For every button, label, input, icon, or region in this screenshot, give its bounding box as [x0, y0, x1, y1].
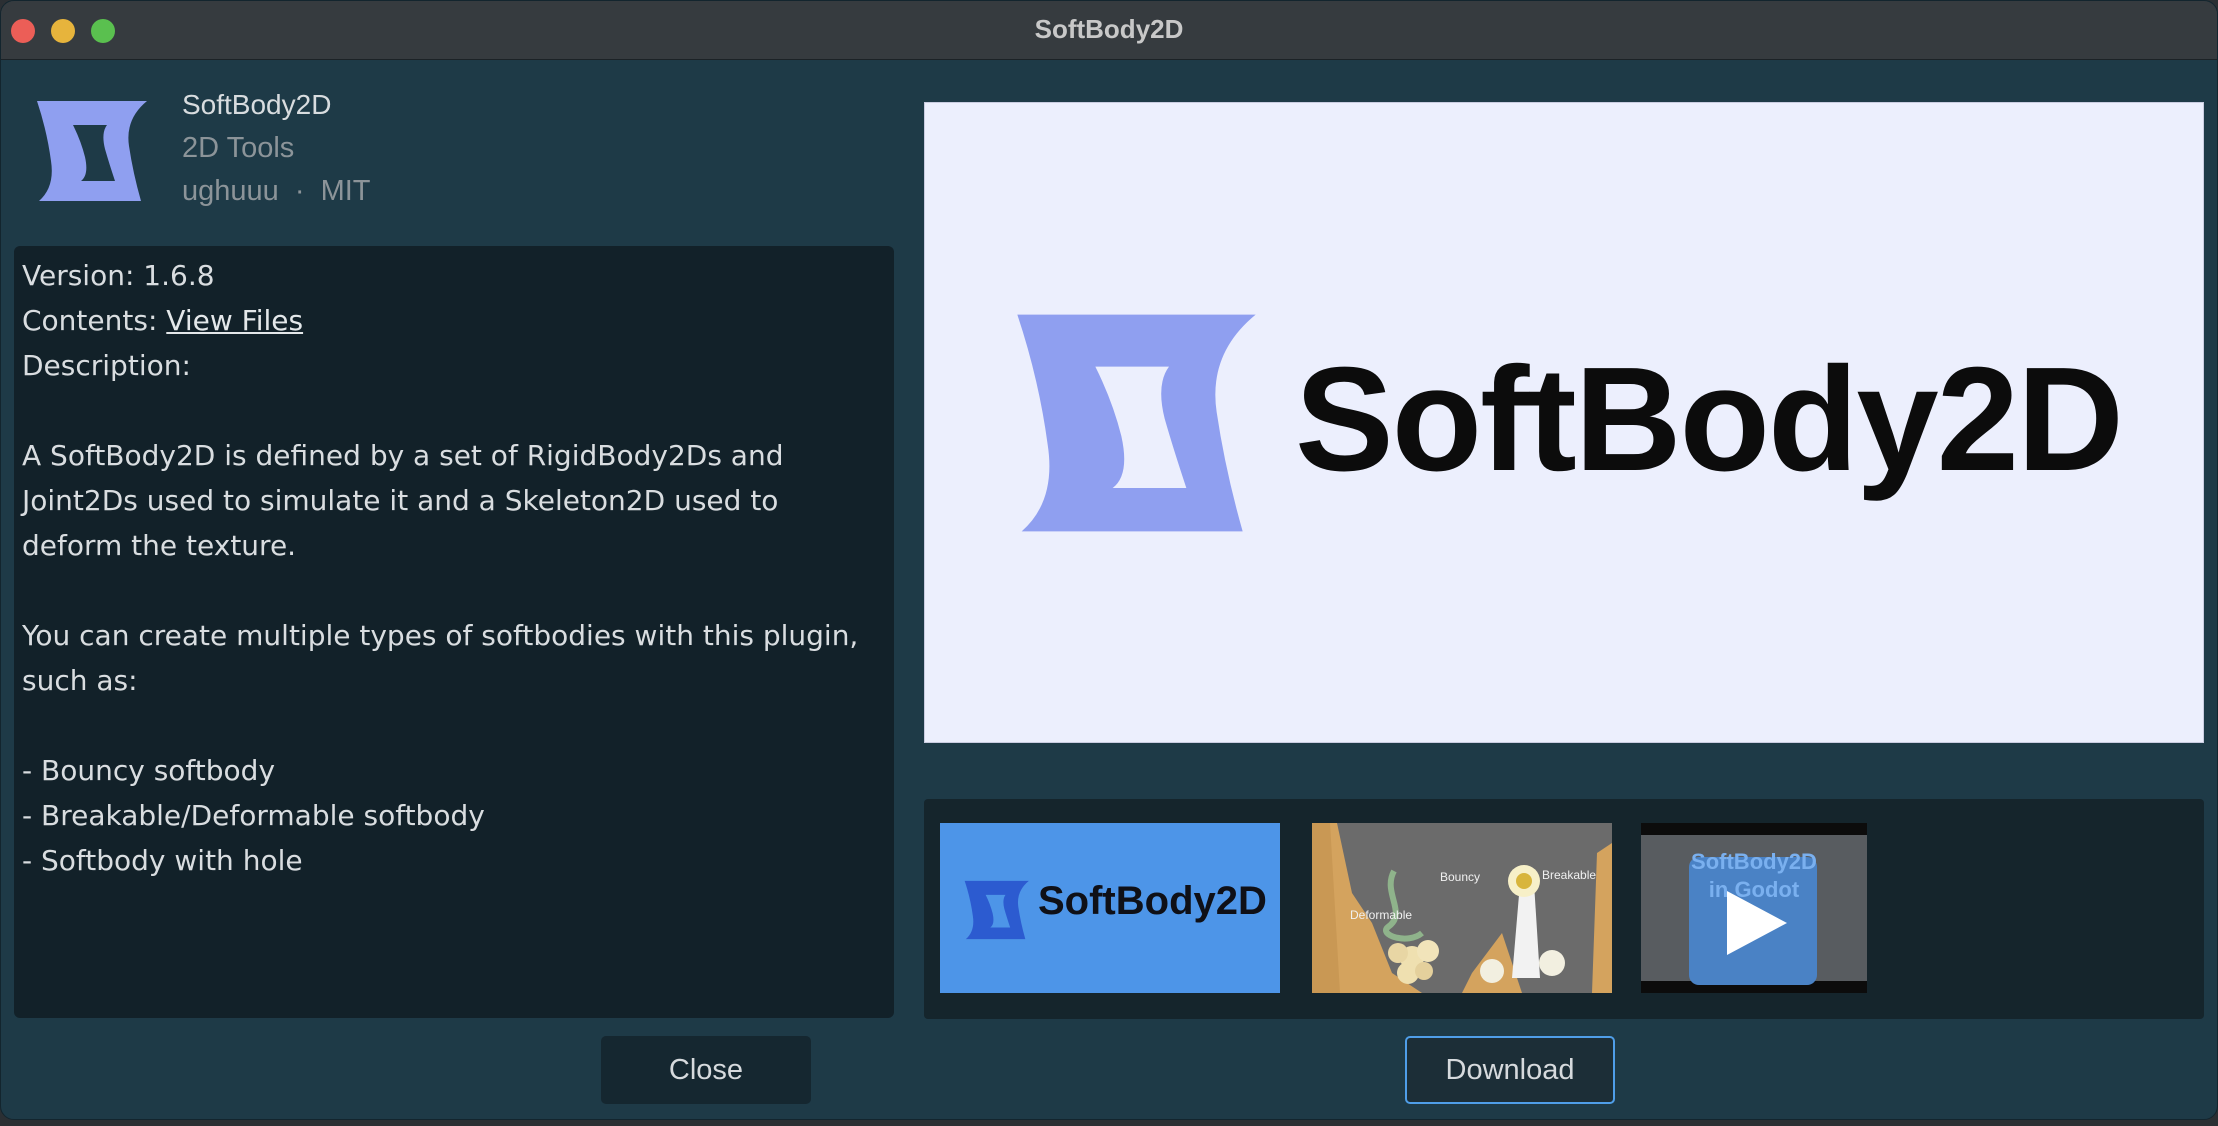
list-item: - Softbody with hole — [22, 844, 303, 877]
asset-name: SoftBody2D — [182, 89, 332, 120]
scene-screenshot: Bouncy Breakable Deformable — [1312, 823, 1612, 993]
download-button[interactable]: Download — [1405, 1036, 1615, 1104]
thumbnail-strip: SoftBody2D Bouncy Breakable Deformable S… — [924, 799, 2204, 1019]
asset-logo-icon — [37, 101, 147, 201]
description-paragraph: You can create multiple types of softbod… — [22, 619, 859, 697]
softbody-logo-icon — [964, 880, 1029, 940]
video-caption-line1: SoftBody2D — [1691, 849, 1817, 874]
list-item: - Bouncy softbody — [22, 754, 276, 787]
description-paragraph: A SoftBody2D is defined by a set of Rigi… — [22, 439, 784, 562]
contents-line: Contents: View Files — [22, 298, 886, 343]
asset-category: 2D Tools — [182, 132, 295, 164]
asset-dialog-window: SoftBody2D SoftBody2D 2D Tools ughuuu · … — [0, 0, 2218, 1120]
version-line: Version: 1.6.8 — [22, 259, 215, 292]
breakable-label: Breakable — [1542, 868, 1596, 882]
asset-license: MIT — [320, 175, 371, 207]
thumbnail-1[interactable]: SoftBody2D — [940, 823, 1280, 993]
contents-label: Contents: — [22, 304, 167, 337]
asset-meta: ughuuu · MIT — [182, 175, 371, 208]
play-icon[interactable] — [1719, 887, 1791, 959]
asset-description-panel[interactable]: Version: 1.6.8 Contents: View Files Desc… — [14, 246, 894, 1018]
video-frame: SoftBody2D in Godot — [1641, 835, 1867, 985]
thumbnail-2[interactable]: Bouncy Breakable Deformable — [1312, 823, 1612, 993]
preview-logo-text: SoftBody2D — [1295, 337, 2124, 502]
close-button[interactable]: Close — [601, 1036, 811, 1104]
view-files-link[interactable]: View Files — [166, 304, 303, 337]
softbody-logo-icon — [1017, 314, 1256, 532]
bouncy-label: Bouncy — [1440, 870, 1480, 884]
description-label: Description: — [22, 349, 191, 382]
deformable-label: Deformable — [1350, 908, 1412, 922]
asset-author: ughuuu — [182, 175, 279, 207]
meta-separator: · — [294, 175, 305, 207]
preview-image: SoftBody2D — [924, 102, 2204, 743]
list-item: - Breakable/Deformable softbody — [22, 799, 485, 832]
thumbnail-video[interactable]: SoftBody2D in Godot — [1641, 823, 1867, 993]
window-title: SoftBody2D — [1034, 14, 1184, 44]
thumbnail-logo-text: SoftBody2D — [1038, 879, 1267, 923]
title-bar[interactable]: SoftBody2D — [1, 1, 2217, 60]
